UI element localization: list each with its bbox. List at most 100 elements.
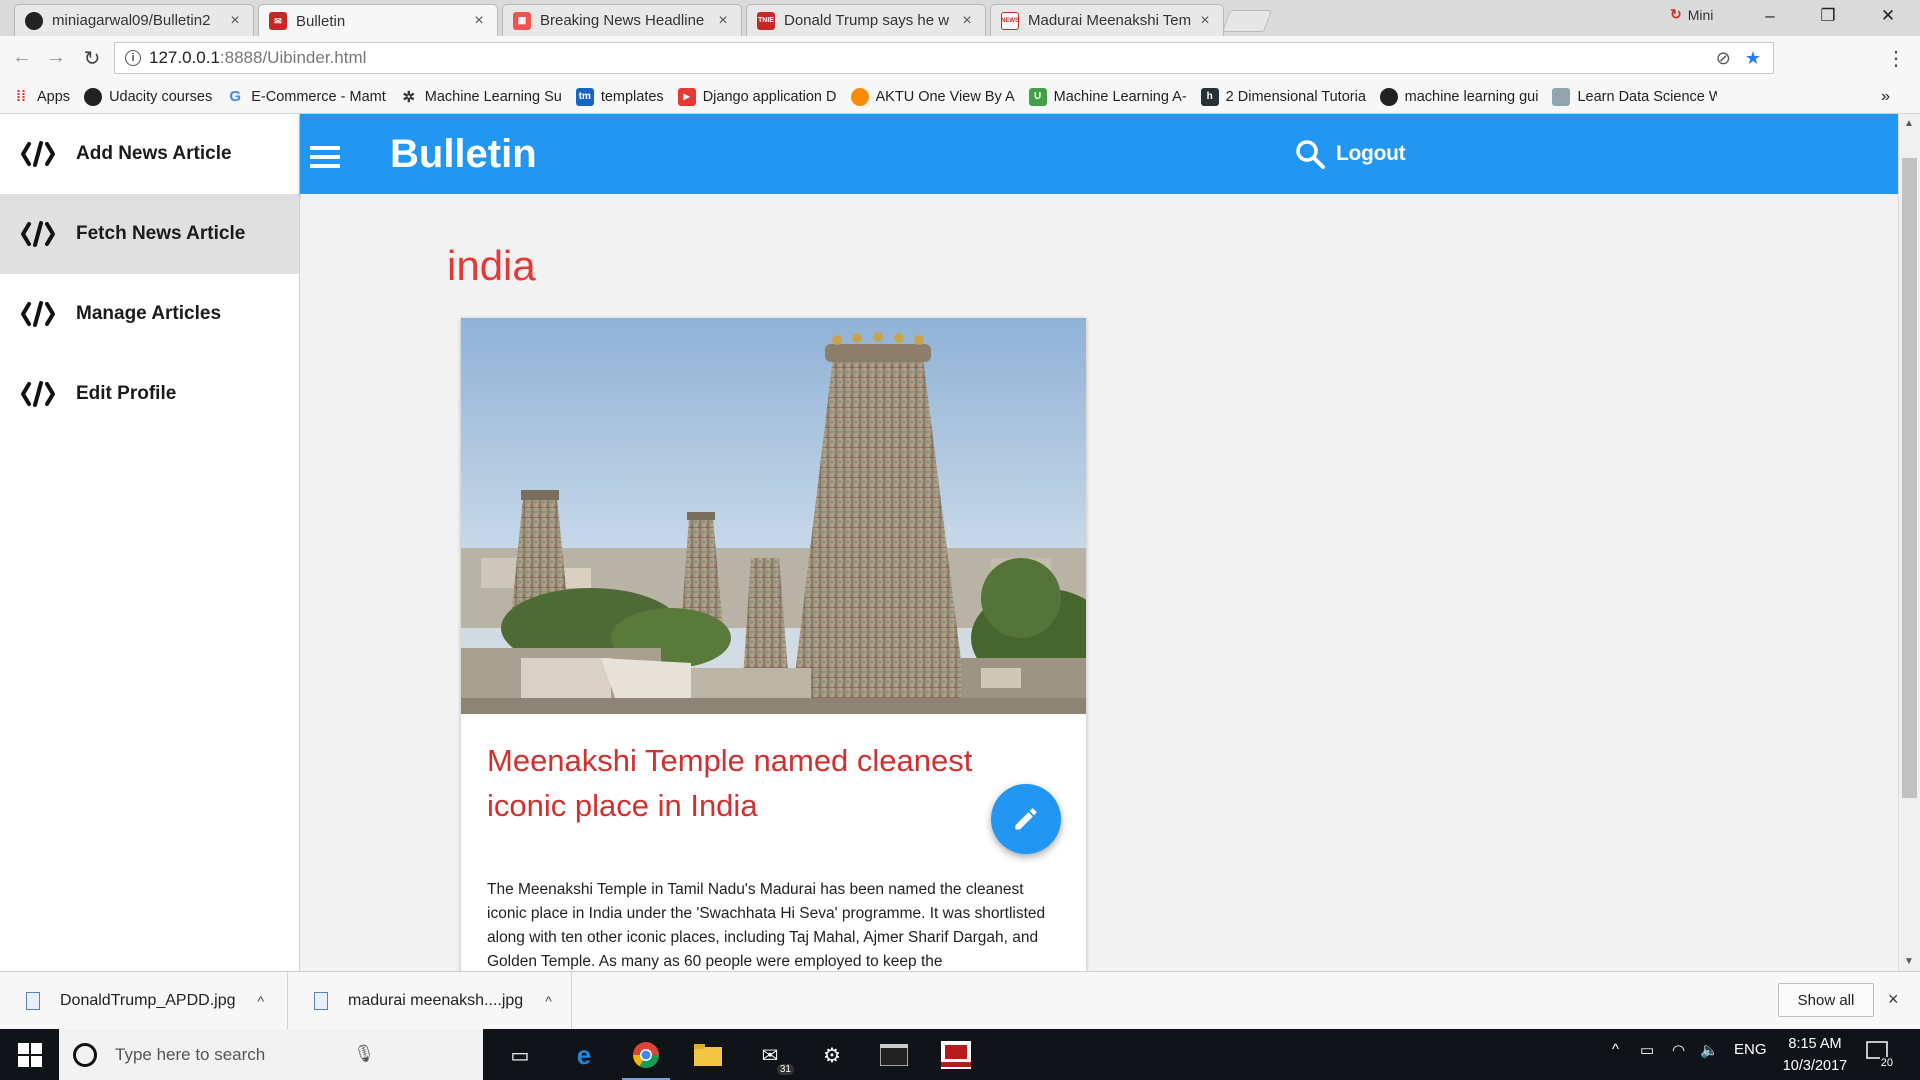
close-icon[interactable]: ×: [1197, 12, 1213, 30]
bookmark-label: E-Commerce - Mamt: [251, 88, 386, 105]
gear-icon: ✲: [402, 88, 416, 106]
translate-icon[interactable]: ⊘: [1716, 48, 1731, 69]
bookmark-ml-az[interactable]: U Machine Learning A-: [1028, 87, 1187, 106]
wifi-icon[interactable]: ◠: [1672, 1041, 1685, 1059]
download-item[interactable]: madurai meenaksh....jpg ^: [288, 972, 572, 1030]
windows-start-icon[interactable]: [18, 1043, 42, 1067]
volume-icon[interactable]: 🔈: [1700, 1041, 1719, 1059]
apps-grid-icon: ⁞⁞: [16, 88, 26, 105]
bookmark-label: Django application D: [702, 88, 837, 105]
sidebar-item-add-news[interactable]: Add News Article: [0, 114, 299, 194]
download-item[interactable]: DonaldTrump_APDD.jpg ^: [0, 972, 288, 1030]
profile-button[interactable]: ↻ Mini: [1670, 6, 1713, 23]
tab-github[interactable]: miniagarwal09/Bulletin2 ×: [14, 4, 254, 36]
tab-donald-trump[interactable]: TNIE Donald Trump says he w ×: [746, 4, 986, 36]
settings-gear-icon[interactable]: ⚙: [816, 1039, 848, 1071]
new-tab-button[interactable]: [1221, 10, 1273, 32]
bookmark-label: machine learning gui: [1404, 88, 1539, 105]
windows-taskbar: Type here to search 🎙 ▭ e ✉ 31 ⚙ ^ ▭ ◠ 🔈 …: [0, 1029, 1920, 1080]
close-icon[interactable]: ×: [959, 12, 975, 30]
close-icon[interactable]: ×: [227, 12, 243, 30]
scrollbar-thumb[interactable]: [1902, 158, 1917, 798]
action-center-icon[interactable]: 20: [1866, 1041, 1894, 1069]
google-icon: G: [229, 88, 242, 105]
mail-icon[interactable]: ✉ 31: [754, 1039, 794, 1075]
address-bar[interactable]: i 127.0.0.1:8888/Uibinder.html ⊘ ★: [114, 42, 1774, 74]
edit-button[interactable]: [991, 784, 1061, 854]
sidebar-item-manage-articles[interactable]: Manage Articles: [0, 274, 299, 354]
sidebar-item-fetch-news[interactable]: Fetch News Article: [0, 194, 299, 274]
bookmark-ml-guide[interactable]: machine learning gui: [1379, 87, 1539, 106]
logout-link[interactable]: Logout: [1336, 142, 1406, 166]
show-hidden-icons[interactable]: ^: [1612, 1041, 1619, 1058]
back-icon[interactable]: ←: [10, 46, 34, 69]
sync-error-icon: ↻: [1670, 6, 1682, 22]
bookmark-data-science[interactable]: Learn Data Science W: [1552, 87, 1717, 106]
tab-breaking-news[interactable]: ▦ Breaking News Headline ×: [502, 4, 742, 36]
chevron-up-icon[interactable]: ^: [545, 993, 552, 1009]
chrome-icon[interactable]: [622, 1039, 670, 1080]
bookmark-templates[interactable]: tm templates: [575, 87, 664, 106]
sidebar-item-label: Manage Articles: [76, 303, 222, 324]
bookmark-ecommerce[interactable]: G E-Commerce - Mamt: [226, 88, 386, 106]
bookmark-django[interactable]: ▶ Django application D: [677, 87, 837, 106]
reload-icon[interactable]: ↻: [80, 46, 104, 71]
bookmarks-bar: ⁞⁞ Apps Udacity courses G E-Commerce - M…: [0, 80, 1920, 114]
edge-icon[interactable]: e: [568, 1039, 600, 1071]
menu-icon[interactable]: [310, 146, 340, 168]
code-logo-icon: [21, 381, 55, 407]
article-card: Meenakshi Temple named cleanest iconic p…: [461, 318, 1111, 971]
search-icon[interactable]: [1294, 138, 1326, 170]
bookmark-label: AKTU One View By A: [875, 88, 1015, 105]
url-host: 127.0.0.1: [149, 48, 220, 67]
tab-bulletin[interactable]: ✉ Bulletin ×: [258, 4, 498, 37]
clock-time: 8:15 AM: [1788, 1036, 1842, 1052]
code-logo-icon: [21, 221, 55, 247]
info-icon[interactable]: i: [125, 50, 141, 66]
bookmark-label: Udacity courses: [109, 88, 213, 105]
download-filename: DonaldTrump_APDD.jpg: [60, 992, 236, 1009]
scroll-down-icon[interactable]: ▼: [1904, 956, 1914, 967]
forward-icon[interactable]: →: [44, 46, 68, 69]
scroll-up-icon[interactable]: ▲: [1904, 118, 1914, 129]
page-scrollbar[interactable]: ▲ ▼: [1898, 114, 1920, 971]
article-title[interactable]: Meenakshi Temple named cleanest iconic p…: [487, 738, 1027, 828]
udemy-icon: U: [1028, 87, 1047, 106]
restore-button[interactable]: ❐: [1800, 0, 1856, 32]
bookmark-label: 2 Dimensional Tutoria: [1225, 88, 1366, 105]
profile-name: Mini: [1687, 6, 1714, 23]
bookmark-udacity[interactable]: Udacity courses: [84, 87, 213, 106]
language-indicator[interactable]: ENG: [1734, 1041, 1767, 1058]
erlang-icon[interactable]: [940, 1039, 972, 1071]
taskbar-clock[interactable]: 8:15 AM 10/3/2017: [1770, 1033, 1860, 1077]
taskbar-search[interactable]: Type here to search 🎙: [59, 1029, 483, 1080]
minimize-button[interactable]: –: [1742, 0, 1798, 32]
app-sidebar: Add News Article Fetch News Article Mana…: [0, 114, 300, 971]
pencil-icon: [1015, 808, 1037, 830]
mail-badge: 31: [776, 1064, 794, 1075]
article-image: [461, 318, 1111, 714]
close-window-button[interactable]: ✕: [1860, 0, 1916, 32]
bookmark-ml-summary[interactable]: ✲ Machine Learning Su: [400, 88, 561, 106]
browser-menu-icon[interactable]: ⋮: [1886, 46, 1906, 71]
close-icon[interactable]: ×: [715, 12, 731, 30]
bookmark-aktu[interactable]: AKTU One View By A: [850, 87, 1015, 106]
clock-date: 10/3/2017: [1782, 1058, 1848, 1074]
close-icon[interactable]: ×: [471, 12, 487, 30]
bookmark-apps[interactable]: ⁞⁞ Apps: [12, 88, 70, 106]
code-logo-icon: [21, 301, 55, 327]
tab-madurai[interactable]: NEWS Madurai Meenakshi Tem ×: [990, 4, 1224, 36]
close-icon[interactable]: ×: [1888, 989, 1899, 1010]
show-all-button[interactable]: Show all: [1778, 983, 1874, 1017]
sidebar-item-edit-profile[interactable]: Edit Profile: [0, 354, 299, 434]
chevron-up-icon[interactable]: ^: [257, 993, 264, 1009]
bookmark-2d-tutorial[interactable]: h 2 Dimensional Tutoria: [1200, 87, 1366, 106]
microphone-icon[interactable]: 🎙: [353, 1044, 375, 1064]
terminal-icon[interactable]: [878, 1039, 910, 1071]
bookmarks-more-button[interactable]: »: [1881, 88, 1890, 106]
category-heading: india: [447, 242, 536, 289]
file-explorer-icon[interactable]: [692, 1039, 724, 1071]
bookmark-star-icon[interactable]: ★: [1745, 48, 1761, 69]
battery-icon[interactable]: ▭: [1640, 1041, 1654, 1059]
task-view-icon[interactable]: ▭: [504, 1039, 536, 1071]
